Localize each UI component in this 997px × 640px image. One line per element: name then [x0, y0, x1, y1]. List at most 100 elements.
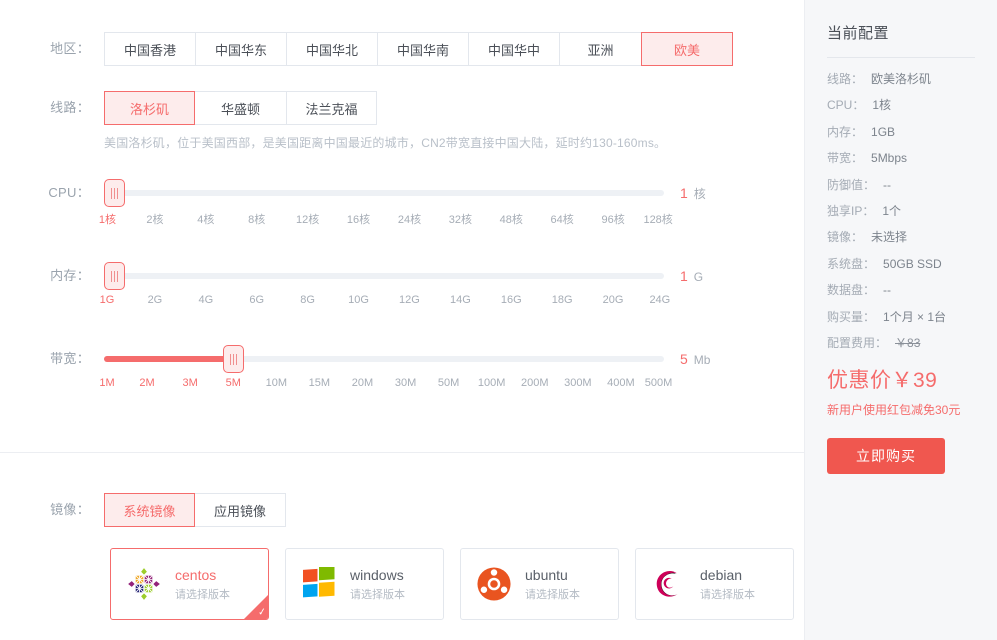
bandwidth-value: 5 Mb	[680, 343, 710, 376]
bandwidth-slider[interactable]: 1M 2M 3M 5M 10M 15M 20M 30M 50M 100M 200M 300M 400M 5…	[99, 343, 672, 395]
memory-tick-8[interactable]: 16G	[501, 294, 522, 306]
summary-item-value: --	[883, 283, 892, 298]
memory-tick-10[interactable]: 20G	[603, 294, 624, 306]
memory-tick-9[interactable]: 18G	[552, 294, 573, 306]
region-option-4[interactable]: 中国华中	[468, 32, 559, 66]
cpu-tick-9[interactable]: 64核	[551, 211, 574, 227]
cpu-label: CPU：	[48, 185, 90, 200]
summary-item-value: 1个	[882, 203, 902, 218]
bandwidth-tick-0[interactable]: 1M	[99, 377, 114, 389]
bandwidth-value-unit: Mb	[693, 353, 711, 367]
region-label: 地区：	[50, 41, 90, 56]
summary-item-value: 50GB SSD	[883, 256, 942, 271]
tab-system-image[interactable]: 系统镜像	[104, 493, 195, 527]
summary-promo: 新用户使用红包减免30元	[827, 403, 961, 418]
memory-slider-track[interactable]	[104, 273, 664, 279]
bandwidth-tick-7[interactable]: 30M	[395, 377, 416, 389]
line-option-1[interactable]: 华盛顿	[195, 91, 286, 125]
line-option-2[interactable]: 法兰克福	[286, 91, 377, 125]
bandwidth-tick-3[interactable]: 5M	[226, 377, 241, 389]
summary-item-value: 1GB	[871, 124, 896, 139]
bandwidth-tick-labels: 1M 2M 3M 5M 10M 15M 20M 30M 50M 100M 200M 300M 400M 5…	[99, 377, 672, 395]
region-option-3[interactable]: 中国华南	[377, 32, 468, 66]
region-option-0[interactable]: 中国香港	[104, 32, 195, 66]
region-option-1[interactable]: 中国华东	[195, 32, 286, 66]
bandwidth-tick-13[interactable]: 500M	[645, 377, 673, 389]
memory-tick-1[interactable]: 2G	[148, 294, 163, 306]
summary-item-key: 带宽：	[827, 151, 864, 166]
summary-item-value: 欧美洛杉矶	[871, 72, 932, 86]
bandwidth-tick-4[interactable]: 10M	[266, 377, 287, 389]
region-option-5[interactable]: 亚洲	[559, 32, 641, 66]
bandwidth-tick-8[interactable]: 50M	[438, 377, 459, 389]
bandwidth-tick-2[interactable]: 3M	[183, 377, 198, 389]
cpu-slider-handle[interactable]	[104, 179, 125, 207]
cpu-tick-7[interactable]: 32核	[449, 211, 472, 227]
image-row: 镜像： 系统镜像 应用镜像	[0, 493, 286, 527]
bandwidth-tick-10[interactable]: 200M	[521, 377, 549, 389]
region-option-2[interactable]: 中国华北	[286, 32, 377, 66]
bandwidth-tick-9[interactable]: 100M	[478, 377, 506, 389]
summary-item-value: 1个月 × 1台	[883, 309, 947, 324]
cpu-tick-11[interactable]: 128核	[643, 211, 672, 227]
os-card-debian[interactable]: debian 请选择版本	[635, 548, 794, 620]
memory-slider-handle[interactable]	[104, 262, 125, 290]
line-description: 美国洛杉矶，位于美国西部，是美国距离中国最近的城市，CN2带宽直接中国大陆，延时…	[104, 136, 667, 150]
bandwidth-slider-handle[interactable]	[223, 345, 245, 373]
region-button-group: 中国香港 中国华东 中国华北 中国华南 中国华中 亚洲 欧美	[104, 32, 733, 66]
memory-tick-6[interactable]: 12G	[399, 294, 420, 306]
os-name-debian: debian	[700, 566, 743, 583]
os-card-ubuntu[interactable]: ubuntu 请选择版本	[460, 548, 619, 620]
ubuntu-logo-icon	[475, 565, 513, 603]
bandwidth-tick-11[interactable]: 300M	[564, 377, 592, 389]
memory-tick-4[interactable]: 8G	[300, 294, 315, 306]
bandwidth-tick-1[interactable]: 2M	[139, 377, 154, 389]
summary-item-key: 独享IP：	[827, 203, 875, 218]
cpu-tick-1[interactable]: 2核	[146, 211, 163, 227]
debian-text: debian 请选择版本	[700, 567, 755, 602]
cpu-tick-5[interactable]: 16核	[347, 211, 370, 227]
os-card-list: centos 请选择版本 ✓ windows 请选择版本 ubuntu 请选择版…	[110, 548, 794, 620]
summary-item: 带宽： 5Mbps	[827, 151, 997, 165]
buy-now-button[interactable]: 立即购买	[827, 438, 945, 475]
cpu-tick-10[interactable]: 96核	[601, 211, 624, 227]
cpu-value-unit: 核	[693, 187, 706, 201]
centos-text: centos 请选择版本	[175, 567, 230, 602]
memory-tick-11[interactable]: 24G	[649, 294, 670, 306]
memory-tick-7[interactable]: 14G	[450, 294, 471, 306]
summary-item: 线路： 欧美洛杉矶	[827, 72, 997, 86]
memory-slider[interactable]: 1G 2G 4G 6G 8G 10G 12G 14G 16G 18G 20G 24G	[100, 260, 670, 312]
memory-tick-3[interactable]: 6G	[249, 294, 264, 306]
summary-item-key: 配置费用：	[827, 335, 888, 350]
memory-tick-0[interactable]: 1G	[100, 294, 115, 306]
cpu-slider[interactable]: 1核 2核 4核 8核 12核 16核 24核 32核 48核 64核 96核 128核	[99, 177, 673, 229]
summary-item: 防御值： --	[827, 178, 997, 192]
cpu-tick-6[interactable]: 24核	[398, 211, 421, 227]
summary-item: CPU： 1核	[827, 98, 997, 112]
cpu-tick-8[interactable]: 48核	[500, 211, 523, 227]
tab-app-image[interactable]: 应用镜像	[195, 493, 286, 527]
memory-value-unit: G	[693, 270, 704, 284]
os-sub-debian: 请选择版本	[700, 588, 755, 601]
os-name-ubuntu: ubuntu	[525, 566, 568, 583]
cpu-tick-2[interactable]: 4核	[197, 211, 214, 227]
summary-item-key: 数据盘：	[827, 283, 876, 298]
os-card-centos[interactable]: centos 请选择版本 ✓	[110, 548, 269, 620]
image-tab-group: 系统镜像 应用镜像	[104, 493, 286, 527]
cpu-tick-0[interactable]: 1核	[99, 211, 116, 227]
cpu-tick-3[interactable]: 8核	[248, 211, 265, 227]
memory-tick-2[interactable]: 4G	[198, 294, 213, 306]
section-divider	[0, 452, 804, 453]
bandwidth-tick-12[interactable]: 400M	[607, 377, 635, 389]
memory-tick-5[interactable]: 10G	[348, 294, 369, 306]
summary-item-value: 未选择	[871, 230, 908, 245]
cpu-slider-track[interactable]	[104, 190, 664, 196]
bandwidth-tick-5[interactable]: 15M	[309, 377, 330, 389]
os-card-windows[interactable]: windows 请选择版本	[285, 548, 444, 620]
bandwidth-tick-6[interactable]: 20M	[352, 377, 373, 389]
cpu-tick-4[interactable]: 12核	[296, 211, 319, 227]
summary-divider	[827, 57, 975, 58]
summary-item-value: ￥83	[895, 335, 921, 350]
line-option-0[interactable]: 洛杉矶	[104, 91, 195, 125]
region-option-6[interactable]: 欧美	[641, 32, 733, 66]
